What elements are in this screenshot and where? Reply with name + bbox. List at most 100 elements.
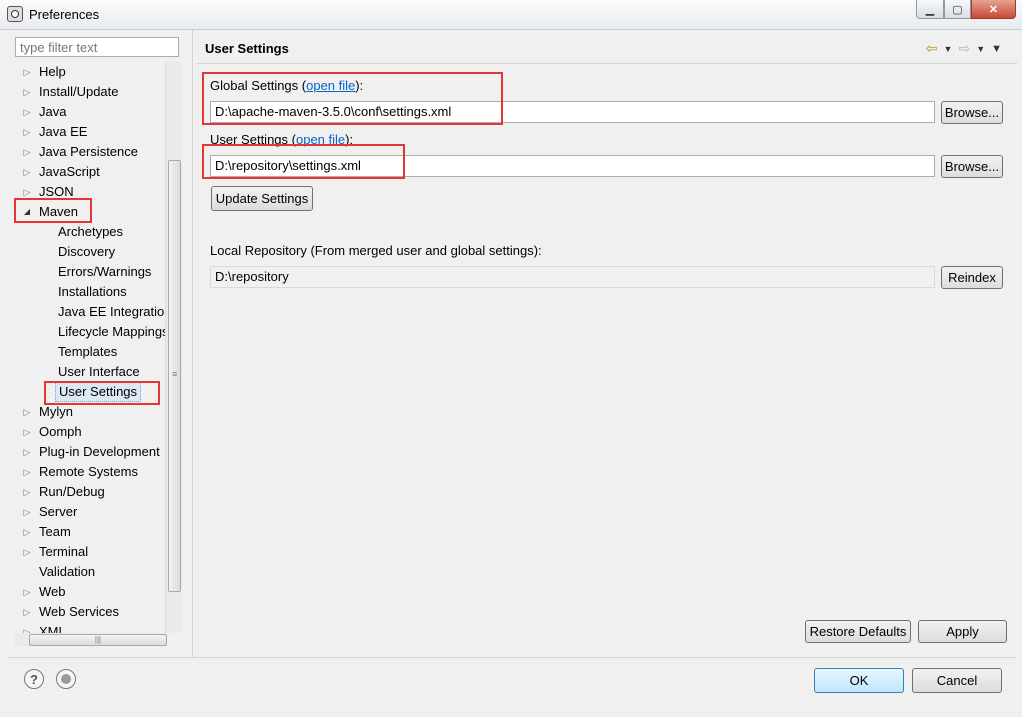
restore-defaults-button[interactable]: Restore Defaults [805, 620, 911, 643]
tree-collapsed-icon[interactable]: ▷ [21, 62, 33, 82]
tree-collapsed-icon[interactable]: ▷ [21, 102, 33, 122]
tree-item[interactable]: ▷ Run/Debug [15, 482, 181, 502]
tree-item[interactable]: Lifecycle Mappings [15, 322, 181, 342]
user-browse-button[interactable]: Browse... [941, 155, 1003, 178]
tree-item-label: Java EE Integration [58, 304, 172, 319]
tree-item[interactable]: Templates [15, 342, 181, 362]
tree-collapsed-icon[interactable]: ▷ [21, 482, 33, 502]
view-menu-icon[interactable]: ▼ [991, 43, 1002, 55]
apply-button[interactable]: Apply [918, 620, 1007, 643]
global-open-file-link[interactable]: open file [306, 78, 355, 93]
user-settings-field[interactable]: D:\repository\settings.xml [210, 155, 935, 177]
global-settings-label-text: Global Settings ( [210, 78, 307, 93]
tree-collapsed-icon[interactable]: ▷ [21, 142, 33, 162]
tree-item[interactable]: Java EE Integration [15, 302, 181, 322]
tree-item[interactable]: ▷ Web [15, 582, 181, 602]
tree-collapsed-icon[interactable]: ▷ [21, 82, 33, 102]
tree-item-label: Web Services [39, 604, 119, 619]
tree-item-label: User Settings [55, 382, 142, 402]
tree-item[interactable]: Errors/Warnings [15, 262, 181, 282]
tree-item[interactable]: ▷ Team [15, 522, 181, 542]
tree-item[interactable]: ▷ Help [15, 62, 181, 82]
tree-item[interactable]: ▷ Install/Update [15, 82, 181, 102]
tree-item[interactable]: User Settings [15, 382, 181, 402]
tree-item-label: Mylyn [39, 404, 73, 419]
tree-item[interactable]: ▷ Java Persistence [15, 142, 181, 162]
tree-item[interactable]: Archetypes [15, 222, 181, 242]
global-settings-label-suffix: ): [355, 78, 364, 93]
tree-collapsed-icon[interactable]: ▷ [21, 522, 33, 542]
tree-item[interactable]: ▷ Remote Systems [15, 462, 181, 482]
tree-item[interactable]: Validation [15, 562, 181, 582]
tree-collapsed-icon[interactable]: ▷ [21, 182, 33, 202]
tree-collapsed-icon[interactable]: ▷ [21, 542, 33, 562]
back-arrow-icon[interactable]: ⇦ [926, 40, 938, 57]
global-browse-button[interactable]: Browse... [941, 101, 1003, 124]
tree-collapsed-icon[interactable]: ▷ [21, 122, 33, 142]
tree-item-label: Oomph [39, 424, 82, 439]
tree-item-label: JavaScript [39, 164, 100, 179]
tree-item-label: Help [39, 64, 66, 79]
tree-item[interactable]: ▷ Plug-in Development [15, 442, 181, 462]
tree-expanded-icon[interactable]: ◢ [21, 202, 33, 222]
tree-vertical-scrollbar[interactable]: ≡ [165, 62, 182, 633]
tree-item-label: Templates [58, 344, 118, 359]
tree-collapsed-icon[interactable]: ▷ [21, 422, 33, 442]
tree-collapsed-icon[interactable]: ▷ [21, 462, 33, 482]
tree-item[interactable]: ▷ JSON [15, 182, 181, 202]
ok-button[interactable]: OK [814, 668, 904, 693]
tree-scroll-thumb[interactable]: ≡ [168, 160, 181, 592]
tree-horizontal-scrollbar[interactable]: ||| [15, 633, 167, 646]
tree-collapsed-icon[interactable]: ▷ [21, 402, 33, 422]
user-settings-label-text: User Settings ( [210, 132, 296, 147]
tree-item[interactable]: ▷ Java [15, 102, 181, 122]
tree-collapsed-icon[interactable]: ▷ [21, 162, 33, 182]
tree-item-label: Validation [39, 564, 96, 579]
scroll-grip-icon: ≡ [172, 369, 178, 379]
tree-item[interactable]: ▷ JavaScript [15, 162, 181, 182]
tree-item[interactable]: Discovery [15, 242, 181, 262]
tree-item[interactable]: ▷ Web Services [15, 602, 181, 622]
tree-hscroll-thumb[interactable]: ||| [29, 634, 167, 646]
close-button[interactable]: ✕ [971, 0, 1016, 19]
tree-item-label: Plug-in Development [39, 444, 160, 459]
window-title: Preferences [29, 7, 100, 22]
local-repository-field: D:\repository [210, 266, 935, 288]
tree-item[interactable]: ▷ Mylyn [15, 402, 181, 422]
filter-input[interactable] [15, 37, 179, 57]
reindex-button[interactable]: Reindex [941, 266, 1003, 289]
oomph-record-icon[interactable] [56, 669, 76, 689]
tree-collapsed-icon[interactable]: ▷ [21, 602, 33, 622]
tree-item-label: Archetypes [58, 224, 124, 239]
page-title: User Settings [205, 41, 289, 56]
tree-item[interactable]: ▷ Terminal [15, 542, 181, 562]
cancel-button[interactable]: Cancel [912, 668, 1002, 693]
tree-item-label: Install/Update [39, 84, 119, 99]
tree-item-label: Errors/Warnings [58, 264, 152, 279]
tree-collapsed-icon[interactable]: ▷ [21, 622, 33, 633]
tree-item-label: Java Persistence [39, 144, 138, 159]
tree-collapsed-icon[interactable]: ▷ [21, 582, 33, 602]
tree-item[interactable]: User Interface [15, 362, 181, 382]
forward-dropdown-icon[interactable]: ▼ [976, 44, 985, 54]
tree-item[interactable]: Installations [15, 282, 181, 302]
update-settings-button[interactable]: Update Settings [211, 186, 313, 211]
tree-item-label: Maven [39, 204, 79, 219]
tree-collapsed-icon[interactable]: ▷ [21, 442, 33, 462]
tree-item[interactable]: ▷ Server [15, 502, 181, 522]
tree-item[interactable]: ▷ Java EE [15, 122, 181, 142]
maximize-button[interactable]: ▢ [944, 0, 971, 19]
minimize-button[interactable]: ▁ [916, 0, 944, 19]
tree-item[interactable]: ◢ Maven [15, 202, 181, 222]
tree-item-label: Web [39, 584, 66, 599]
help-icon[interactable]: ? [24, 669, 44, 689]
global-settings-field[interactable]: D:\apache-maven-3.5.0\conf\settings.xml [210, 101, 935, 123]
tree-item[interactable]: ▷ Oomph [15, 422, 181, 442]
tree-item[interactable]: ▷ XML [15, 622, 181, 633]
back-dropdown-icon[interactable]: ▼ [944, 44, 953, 54]
pane-splitter[interactable] [192, 30, 193, 657]
tree-collapsed-icon[interactable]: ▷ [21, 502, 33, 522]
forward-arrow-icon[interactable]: ⇨ [958, 40, 970, 57]
user-open-file-link[interactable]: open file [296, 132, 345, 147]
tree-item-label: XML [39, 624, 66, 633]
